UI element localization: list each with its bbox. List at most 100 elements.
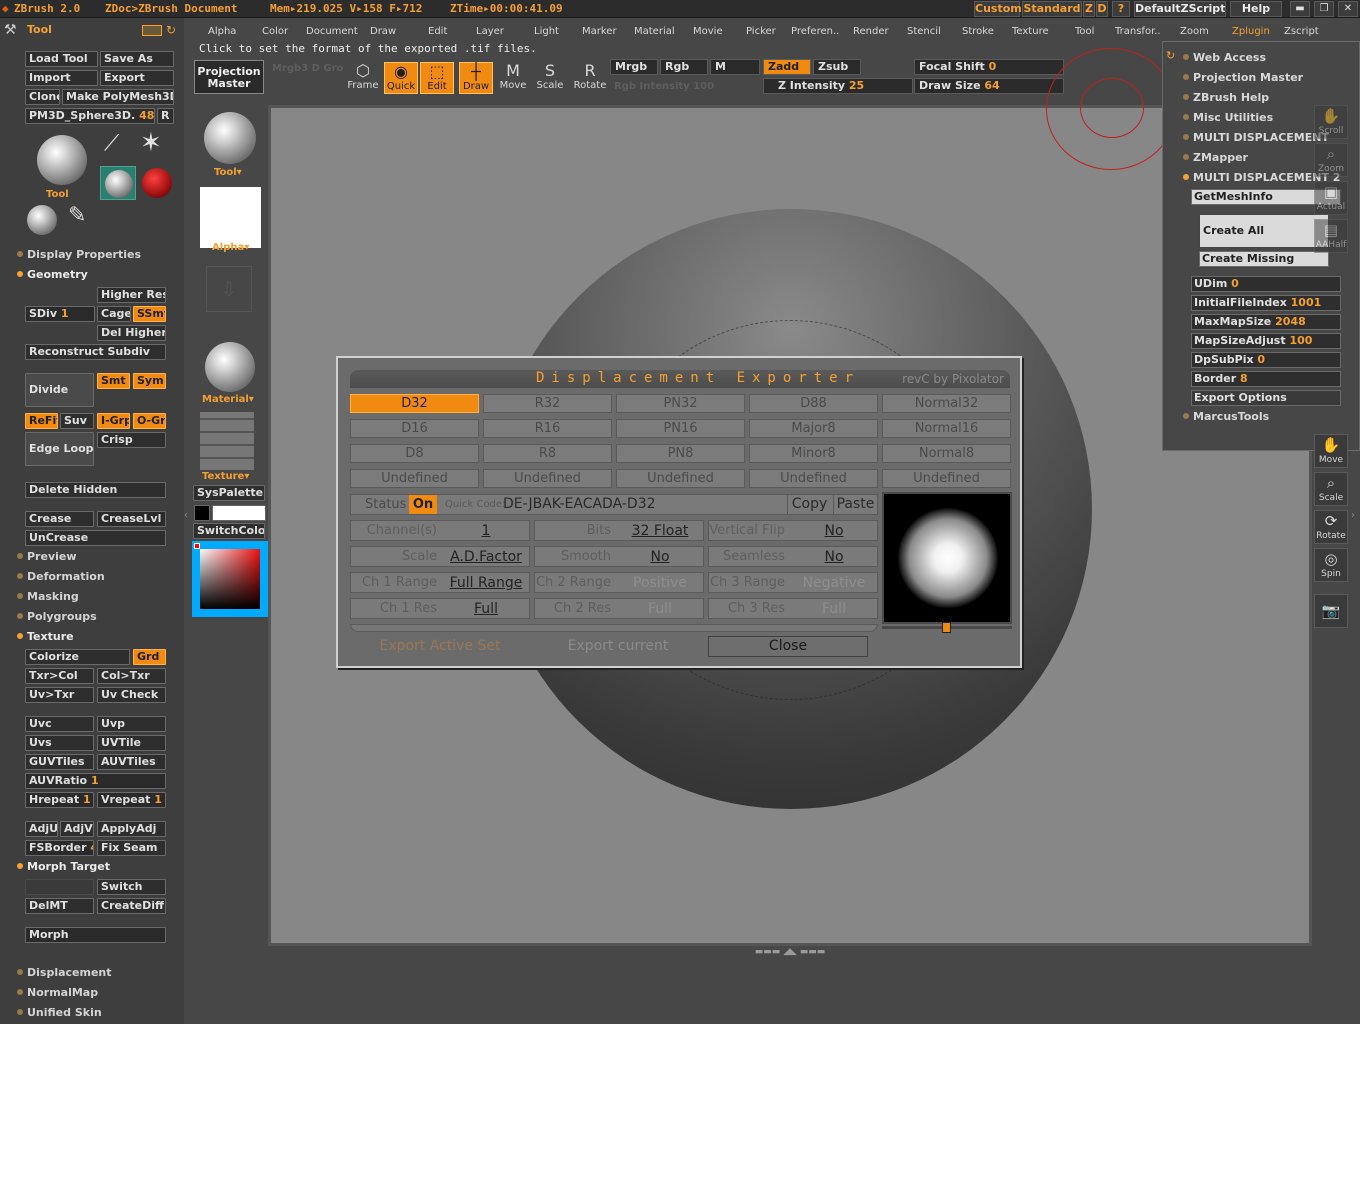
rgb-intensity-slider[interactable]: Rgb Intensity 100 bbox=[614, 81, 714, 92]
d-button[interactable]: D bbox=[1096, 1, 1108, 17]
format-undefined-3[interactable]: Undefined bbox=[616, 469, 745, 488]
minimize-icon[interactable]: ▬ bbox=[1290, 1, 1310, 17]
initialfileindex-slider[interactable]: InitialFileIndex 1001 bbox=[1191, 295, 1341, 311]
section-texture[interactable]: Texture bbox=[17, 630, 74, 643]
section-displacement[interactable]: Displacement bbox=[17, 966, 112, 979]
fsborder-slider[interactable]: FSBorder 4 bbox=[25, 840, 94, 856]
adjv-button[interactable]: AdjV bbox=[60, 821, 94, 837]
preview-slider-knob[interactable] bbox=[942, 622, 951, 633]
format-major8[interactable]: Major8 bbox=[749, 419, 878, 438]
draw-button[interactable]: ┼ Draw bbox=[459, 62, 493, 94]
dpsubpix-slider[interactable]: DpSubPix 0 bbox=[1191, 352, 1341, 368]
move-button[interactable]: M Move bbox=[496, 62, 530, 94]
creatediff-button[interactable]: CreateDiff bbox=[97, 898, 166, 914]
ch3-res-setting[interactable]: Ch 3 Res Full bbox=[708, 598, 878, 619]
scale-view-button[interactable]: ⌕ Scale bbox=[1314, 472, 1348, 506]
ch1-res-setting[interactable]: Ch 1 Res Full bbox=[350, 598, 530, 619]
save-as-button[interactable]: Save As bbox=[100, 51, 174, 67]
current-tool-field[interactable]: PM3D_Sphere3D. 48 bbox=[25, 108, 155, 124]
format-pn16[interactable]: PN16 bbox=[616, 419, 745, 438]
menu-movie[interactable]: Movie bbox=[693, 26, 723, 37]
format-r16[interactable]: R16 bbox=[483, 419, 612, 438]
main-color-swatch[interactable] bbox=[212, 505, 266, 521]
move-view-button[interactable]: ✋ Move bbox=[1314, 434, 1348, 468]
maxmapsize-slider[interactable]: MaxMapSize 2048 bbox=[1191, 314, 1341, 330]
import-button[interactable]: Import bbox=[25, 70, 98, 86]
mrgb-button[interactable]: Mrgb bbox=[610, 59, 658, 75]
scale-setting[interactable]: Scale A.D.Factor bbox=[350, 546, 530, 567]
delmt-button[interactable]: DelMT bbox=[25, 898, 94, 914]
syspalette-button[interactable]: SysPalette bbox=[193, 485, 265, 501]
spin-button[interactable]: ◎ Spin bbox=[1314, 548, 1348, 582]
colorize-button[interactable]: Colorize bbox=[25, 649, 130, 665]
reconstruct-subdiv-button[interactable]: Reconstruct Subdiv bbox=[25, 344, 166, 360]
menu-color[interactable]: Color bbox=[262, 26, 288, 37]
quick-code-value[interactable]: DE-JBAK-EACADA-D32 bbox=[503, 496, 656, 512]
ch2-range-setting[interactable]: Ch 2 Range Positive bbox=[534, 572, 704, 593]
material-thumbnail[interactable] bbox=[205, 342, 255, 392]
creaselvl-slider[interactable]: CreaseLvl bbox=[97, 511, 166, 527]
paste-button[interactable]: Paste bbox=[833, 495, 877, 514]
focal-shift-slider[interactable]: Focal Shift 0 bbox=[914, 59, 1064, 75]
switch-button[interactable]: Switch bbox=[97, 879, 166, 895]
z-intensity-slider[interactable]: Z Intensity 25 bbox=[763, 78, 913, 94]
suv-button[interactable]: Suv bbox=[60, 413, 94, 429]
section-display-properties[interactable]: Display Properties bbox=[17, 248, 141, 261]
help-button[interactable]: Help bbox=[1230, 1, 1282, 17]
left-tray-toggle-icon[interactable]: ‹ bbox=[184, 510, 188, 521]
export-button[interactable]: Export bbox=[100, 70, 174, 86]
switchcolor-button[interactable]: SwitchColor bbox=[193, 523, 265, 539]
sphere3d-tool-slot[interactable] bbox=[100, 166, 136, 200]
section-morph-target[interactable]: Morph Target bbox=[17, 860, 110, 873]
format-undefined-2[interactable]: Undefined bbox=[483, 469, 612, 488]
hrepeat-slider[interactable]: Hrepeat 1 bbox=[25, 792, 94, 808]
copy-button[interactable]: Copy bbox=[787, 495, 831, 514]
bits-setting[interactable]: Bits 32 Float bbox=[534, 520, 704, 541]
zplugin-multi-displacement[interactable]: MULTI DISPLACEMENT bbox=[1183, 131, 1329, 144]
format-normal8[interactable]: Normal8 bbox=[882, 444, 1011, 463]
actual-button[interactable]: ▣ Actual bbox=[1314, 181, 1348, 215]
export-options-button[interactable]: Export Options bbox=[1191, 390, 1341, 406]
section-geometry[interactable]: Geometry bbox=[17, 268, 88, 281]
mapsizeadjust-slider[interactable]: MapSizeAdjust 100 bbox=[1191, 333, 1341, 349]
udim-slider[interactable]: UDim 0 bbox=[1191, 276, 1341, 292]
adju-button[interactable]: AdjU bbox=[25, 821, 58, 837]
zplugin-misc-utilities[interactable]: Misc Utilities bbox=[1183, 111, 1273, 124]
format-r8[interactable]: R8 bbox=[483, 444, 612, 463]
higher-res-button[interactable]: Higher Res bbox=[97, 287, 166, 303]
menu-stencil[interactable]: Stencil bbox=[907, 26, 941, 37]
menu-marker[interactable]: Marker bbox=[582, 26, 617, 37]
format-d32[interactable]: D32 bbox=[350, 394, 479, 413]
zadd-button[interactable]: Zadd bbox=[763, 59, 811, 75]
close-button[interactable]: Close bbox=[708, 636, 868, 657]
zplugin-projection-master[interactable]: Projection Master bbox=[1183, 71, 1303, 84]
format-undefined-4[interactable]: Undefined bbox=[749, 469, 878, 488]
zplugin-zmapper[interactable]: ZMapper bbox=[1183, 151, 1248, 164]
edge-loop-button[interactable]: Edge Loop bbox=[25, 432, 94, 466]
make-polymesh-button[interactable]: Make PolyMesh3D bbox=[62, 89, 174, 105]
maximize-icon[interactable]: ❐ bbox=[1314, 1, 1334, 17]
simple-brush-icon[interactable]: ⟋ bbox=[104, 131, 134, 161]
menu-stroke[interactable]: Stroke bbox=[962, 26, 994, 37]
help-q-button[interactable]: ? bbox=[1112, 1, 1130, 17]
menu-layer[interactable]: Layer bbox=[476, 26, 504, 37]
uncrease-button[interactable]: UnCrease bbox=[25, 530, 166, 546]
menu-zplugin[interactable]: Zplugin bbox=[1232, 26, 1270, 37]
menu-alpha[interactable]: Alpha bbox=[208, 26, 236, 37]
format-d8[interactable]: D8 bbox=[350, 444, 479, 463]
delete-hidden-button[interactable]: Delete Hidden bbox=[25, 482, 166, 498]
create-missing-button[interactable]: Create Missing bbox=[1199, 251, 1329, 267]
polymesh-red-thumbnail[interactable] bbox=[142, 168, 172, 198]
storemt-button[interactable] bbox=[25, 879, 94, 895]
section-normalmap[interactable]: NormalMap bbox=[17, 986, 98, 999]
sphere-small-thumbnail[interactable] bbox=[27, 205, 57, 235]
sdiv-slider[interactable]: SDiv 1 bbox=[25, 306, 95, 322]
igrp-button[interactable]: I-Grp bbox=[97, 413, 130, 429]
menu-light[interactable]: Light bbox=[534, 26, 559, 37]
palette-menu-toggle[interactable] bbox=[142, 25, 162, 36]
menu-zscript[interactable]: Zscript bbox=[1284, 26, 1319, 37]
status-toggle[interactable]: On bbox=[409, 495, 437, 514]
scale-button[interactable]: S Scale bbox=[533, 62, 567, 94]
ssmt-button[interactable]: SSmt bbox=[133, 306, 166, 322]
section-preview[interactable]: Preview bbox=[17, 550, 77, 563]
